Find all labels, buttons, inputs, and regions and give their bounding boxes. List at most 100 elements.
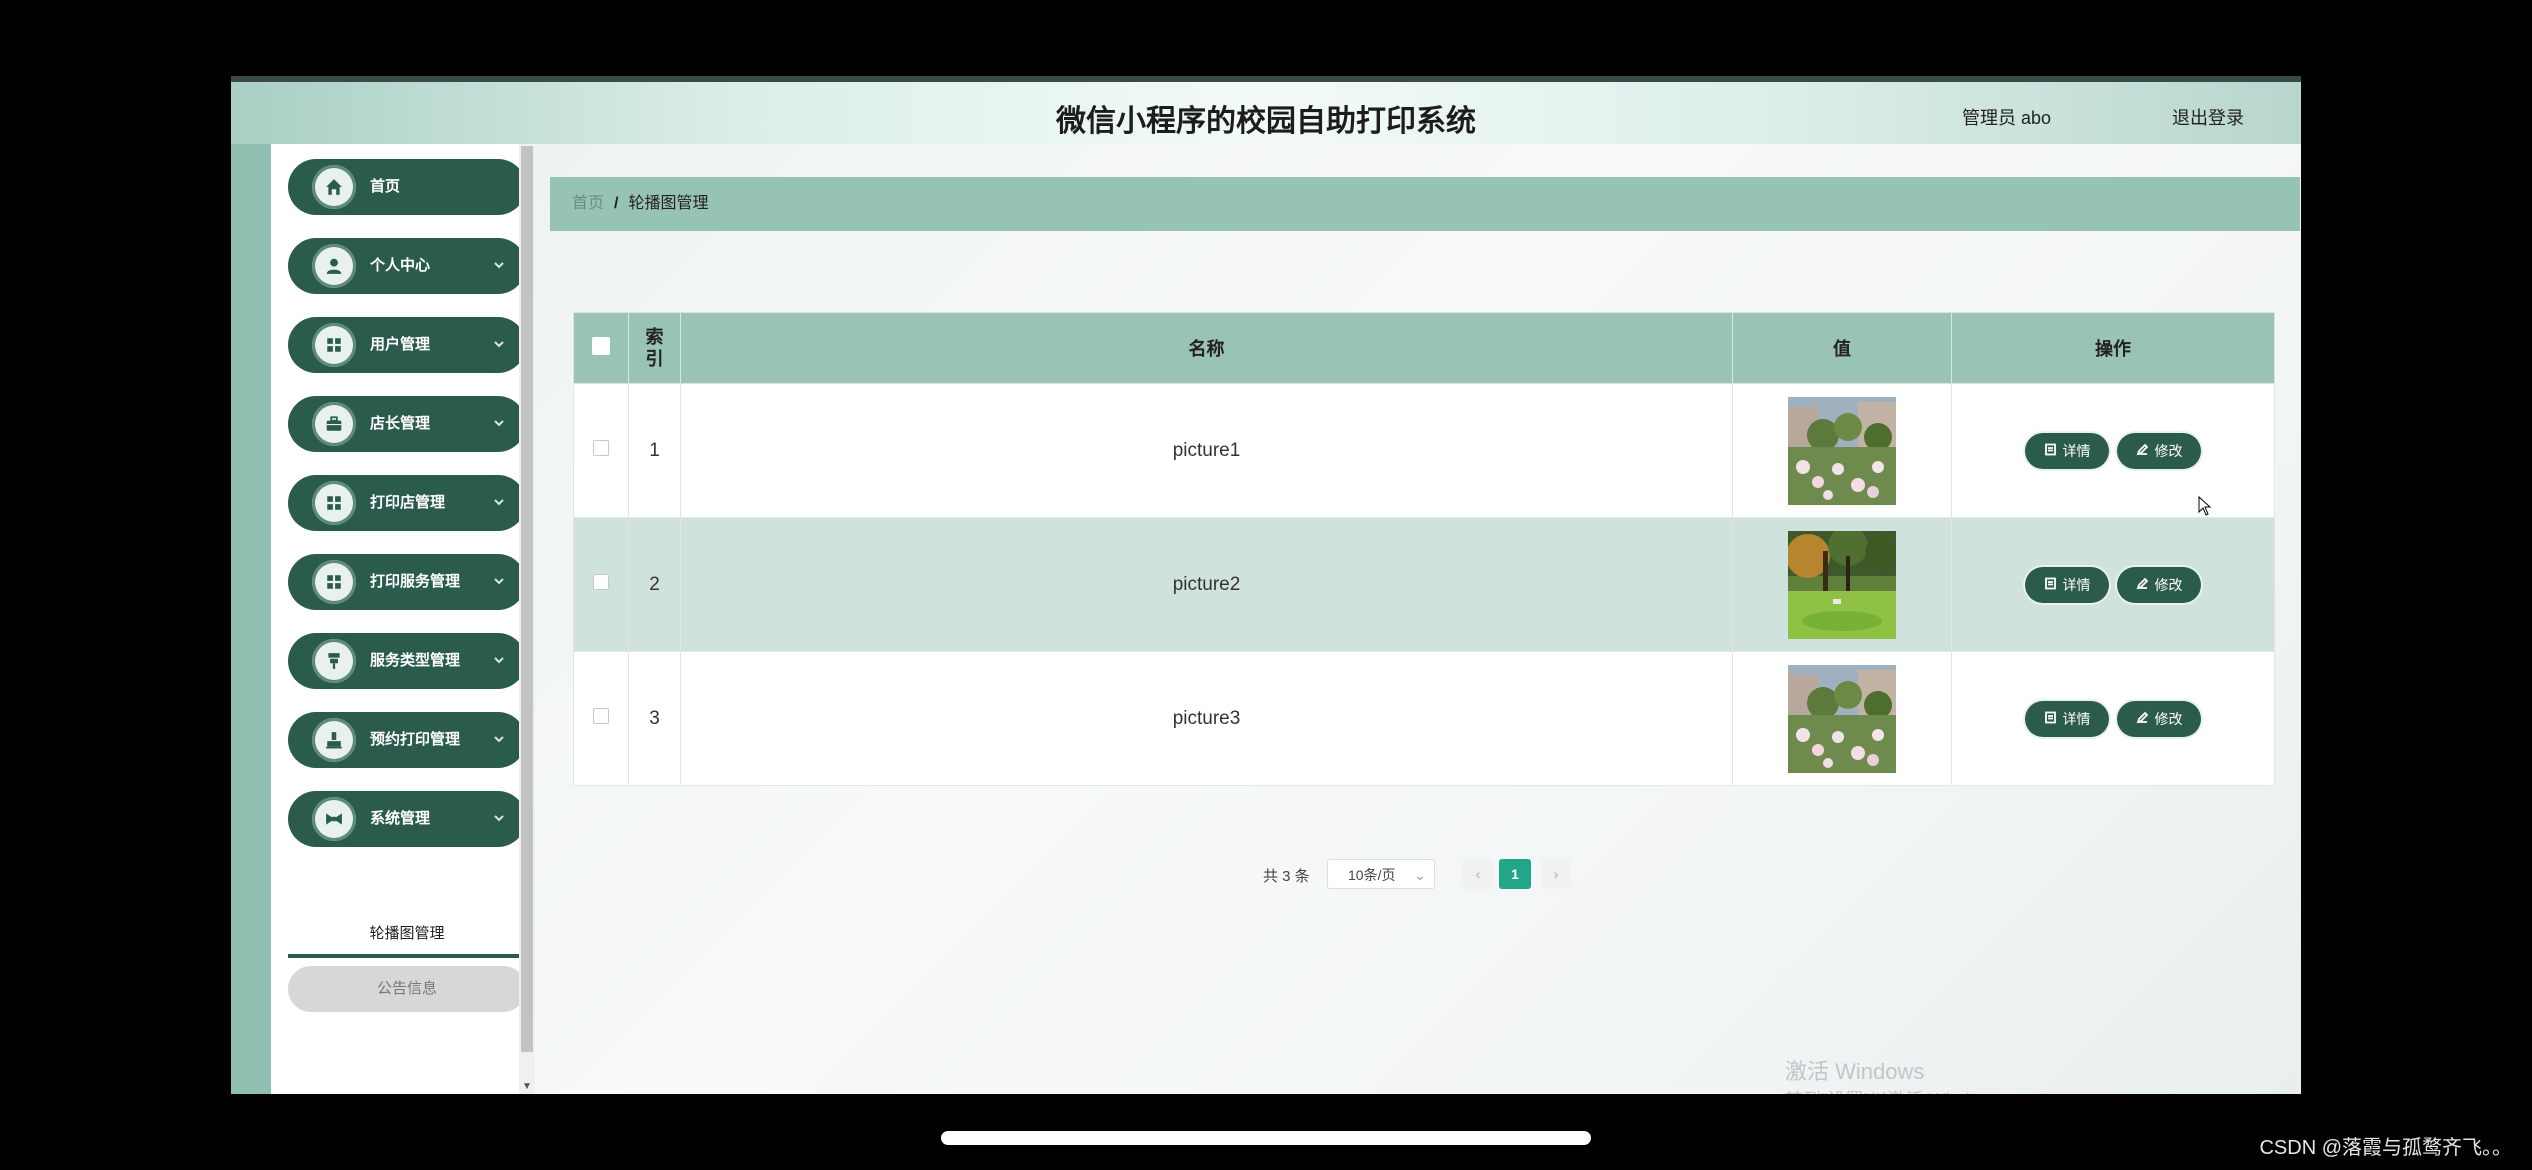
chevron-down-icon[interactable] <box>492 258 506 272</box>
row-checkbox[interactable] <box>593 439 609 456</box>
detail-button[interactable]: 详情 <box>2025 700 2109 737</box>
select-all-checkbox[interactable] <box>592 336 610 355</box>
row-checkbox[interactable] <box>593 707 609 724</box>
row-name: picture1 <box>680 383 1733 518</box>
chevron-down-icon[interactable] <box>492 811 506 825</box>
pencil-icon <box>2136 711 2149 727</box>
sidebar-scrollbar[interactable]: ▼ <box>519 144 535 1094</box>
pin-icon <box>312 639 356 683</box>
sidebar-item-print-reservation-management[interactable]: 预约打印管理 <box>288 712 526 768</box>
breadcrumb-current: 轮播图管理 <box>628 195 709 212</box>
breadcrumb-home[interactable]: 首页 <box>572 195 604 212</box>
document-icon <box>2044 443 2057 459</box>
pencil-icon <box>2136 443 2149 459</box>
table-row[interactable]: 2 picture2 详情 修改 <box>573 517 2275 652</box>
name-header[interactable]: 名称 <box>680 312 1733 384</box>
row-actions: 详情 修改 <box>1951 651 2275 786</box>
logout-link[interactable]: 退出登录 <box>2172 104 2244 130</box>
edit-button-label: 修改 <box>2154 576 2183 593</box>
sidebar-item-system-management[interactable]: 系统管理 <box>288 791 526 847</box>
index-header: 索引 <box>628 312 681 384</box>
csdn-credit: CSDN @落霞与孤鹜齐飞。。 <box>2259 1137 2512 1159</box>
sidebar-item-print-shop-management[interactable]: 打印店管理 <box>288 475 526 531</box>
row-image-cell <box>1732 651 1952 786</box>
document-icon <box>2044 577 2057 593</box>
carousel-thumbnail[interactable] <box>1788 530 1896 639</box>
stamp-icon <box>312 718 356 762</box>
watermark-line2: 转到"设置"以激活 Windows。 <box>1785 1086 2035 1094</box>
actions-header: 操作 <box>1951 312 2275 384</box>
briefcase-icon <box>312 402 356 446</box>
table-header-row: 索引 名称 值 操作 <box>573 312 2275 384</box>
scroll-down-arrow-icon[interactable]: ▼ <box>522 1081 532 1092</box>
user-icon <box>312 244 356 288</box>
sidebar-item-label: 店长管理 <box>370 415 431 432</box>
submenu-item-carousel[interactable]: 轮播图管理 <box>288 914 526 958</box>
chevron-down-icon[interactable] <box>492 653 506 667</box>
home-icon <box>312 165 356 209</box>
admin-user-label: 管理员 abo <box>1961 108 2051 128</box>
sidebar-item-home[interactable]: 首页 <box>288 159 526 215</box>
carousel-thumbnail[interactable] <box>1788 664 1896 773</box>
grid-icon <box>312 481 356 525</box>
next-page-button[interactable]: › <box>1541 859 1571 889</box>
document-icon <box>2044 711 2057 727</box>
value-header[interactable]: 值 <box>1732 312 1952 384</box>
breadcrumb-separator: / <box>614 195 619 212</box>
edit-button-label: 修改 <box>2154 710 2183 727</box>
sidebar-item-label: 系统管理 <box>370 810 431 827</box>
edit-button[interactable]: 修改 <box>2117 432 2201 469</box>
sidebar-item-personal-center[interactable]: 个人中心 <box>288 238 526 294</box>
select-all-header <box>573 312 629 384</box>
sidebar-item-label: 打印服务管理 <box>370 573 461 590</box>
page-size-select[interactable]: 10条/页 ⌄ <box>1327 859 1435 889</box>
row-index: 3 <box>628 651 681 786</box>
prev-page-button[interactable]: ‹ <box>1463 859 1493 889</box>
scrollbar-thumb[interactable] <box>521 146 533 1052</box>
detail-button-label: 详情 <box>2062 710 2091 727</box>
chevron-down-icon[interactable] <box>492 337 506 351</box>
table-row[interactable]: 3 picture3 详情 修改 <box>573 651 2275 786</box>
home-indicator-bar <box>941 1131 1591 1145</box>
chevron-down-icon[interactable] <box>492 732 506 746</box>
row-select-cell <box>573 517 629 652</box>
row-checkbox[interactable] <box>593 573 609 590</box>
table-body: 1 picture1 详情 修改 2 picture2 详情 修改 3 picture3 详情 修改 <box>573 383 2275 786</box>
sidebar: 首页个人中心用户管理店长管理打印店管理打印服务管理服务类型管理预约打印管理 系统管… <box>271 144 526 1094</box>
sidebar-item-label: 首页 <box>370 178 401 195</box>
mouse-cursor-icon <box>2198 496 2212 516</box>
row-name: picture2 <box>680 517 1733 652</box>
sidebar-item-manager-management[interactable]: 店长管理 <box>288 396 526 452</box>
detail-button-label: 详情 <box>2062 576 2091 593</box>
grid-icon <box>312 560 356 604</box>
bowtie-icon <box>312 797 356 841</box>
main-content: 首页 / 轮播图管理 索引 名称 值 操作 1 picture1 详情 修改 2 pictur… <box>535 144 2301 1094</box>
watermark-line1: 激活 Windows <box>1785 1059 1925 1084</box>
sidebar-item-label: 预约打印管理 <box>370 731 461 748</box>
edit-button-label: 修改 <box>2154 442 2183 459</box>
edit-button[interactable]: 修改 <box>2117 700 2201 737</box>
chevron-down-icon[interactable] <box>492 574 506 588</box>
detail-button[interactable]: 详情 <box>2025 432 2109 469</box>
row-select-cell <box>573 383 629 518</box>
sidebar-item-print-service-management[interactable]: 打印服务管理 <box>288 554 526 610</box>
breadcrumb: 首页 / 轮播图管理 <box>550 177 2300 231</box>
table-row[interactable]: 1 picture1 详情 修改 <box>573 383 2275 518</box>
chevron-down-icon: ⌄ <box>1414 867 1426 883</box>
chevron-down-icon[interactable] <box>492 416 506 430</box>
row-image-cell <box>1732 517 1952 652</box>
carousel-thumbnail[interactable] <box>1788 396 1896 505</box>
chevron-down-icon[interactable] <box>492 495 506 509</box>
sidebar-item-service-type-management[interactable]: 服务类型管理 <box>288 633 526 689</box>
page-size-value: 10条/页 <box>1348 867 1396 883</box>
grid-icon <box>312 323 356 367</box>
row-image-cell <box>1732 383 1952 518</box>
edit-button[interactable]: 修改 <box>2117 566 2201 603</box>
page-number-current[interactable]: 1 <box>1499 859 1531 889</box>
detail-button[interactable]: 详情 <box>2025 566 2109 603</box>
detail-button-label: 详情 <box>2062 442 2091 459</box>
sidebar-accent-strip <box>231 144 271 1094</box>
sidebar-item-user-management[interactable]: 用户管理 <box>288 317 526 373</box>
submenu-item-announcements[interactable]: 公告信息 <box>288 966 526 1012</box>
pencil-icon <box>2136 577 2149 593</box>
